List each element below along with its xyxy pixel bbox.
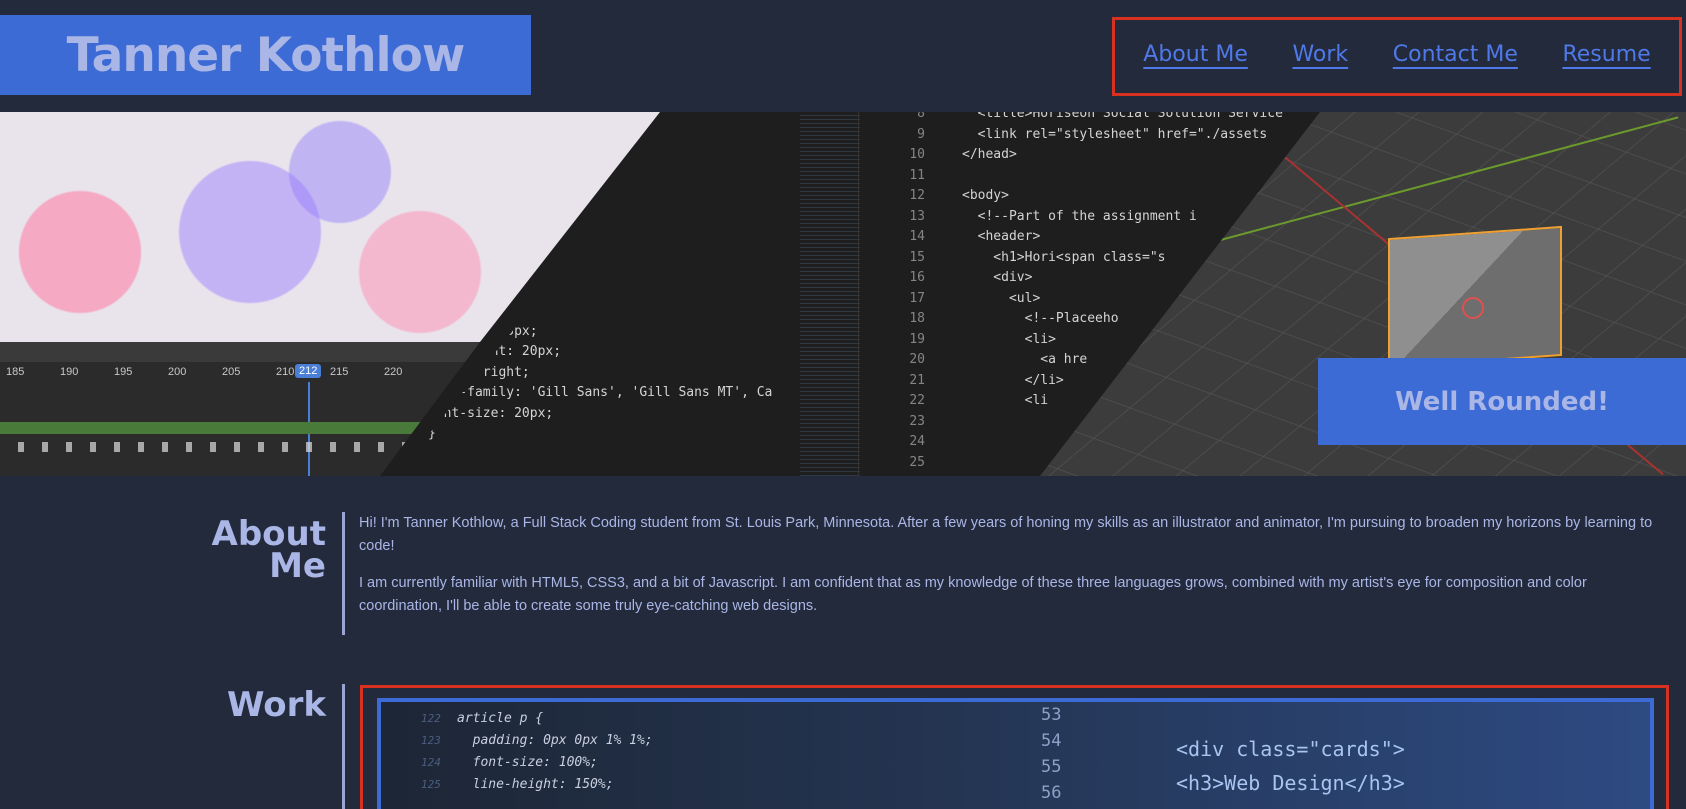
code-line: <body> — [962, 188, 1009, 203]
well-rounded-badge: Well Rounded! — [1318, 358, 1686, 445]
code-line: 55 — [1041, 757, 1062, 777]
timeline-tick: 195 — [114, 366, 133, 378]
editor-minimap — [800, 112, 860, 476]
about-paragraph-2: I am currently familiar with HTML5, CSS3… — [359, 575, 1587, 614]
code-line: 24 — [909, 434, 925, 449]
timeline-tick: 220 — [384, 366, 403, 378]
code-line: padding: 0px 0px 1% 1%; — [457, 733, 653, 748]
code-line: 18 — [909, 311, 925, 326]
timeline-toolbar — [0, 342, 480, 362]
timeline-tick: 200 — [168, 366, 187, 378]
work-divider — [342, 684, 345, 809]
work-heading: Work — [226, 685, 326, 725]
code-line: 22 — [909, 393, 925, 408]
code-line: 17 — [909, 290, 925, 306]
code-line: 25 — [909, 454, 925, 470]
timeline-current-frame: 212 — [295, 364, 322, 378]
code-line: 13 — [909, 208, 925, 224]
3d-cursor-icon — [1462, 297, 1484, 319]
thumb-code-left: article p { padding: 0px 0px 1% 1%; font… — [457, 708, 653, 796]
code-line: font-size: 100%; — [457, 755, 598, 770]
code-line: line-height: 150%; — [457, 777, 614, 792]
code-line: </head> — [962, 147, 1017, 162]
site-title: Tanner Kothlow — [66, 27, 466, 83]
thumb-code-right: <div class="cards"> <h3>Web Design</h3> — [1176, 732, 1405, 800]
nav-link-resume[interactable]: Resume — [1554, 42, 1658, 71]
timeline-tick: 215 — [330, 366, 349, 378]
code-line: font-size: 20px; — [428, 405, 554, 421]
code-line: float: right; — [428, 364, 530, 380]
about-paragraph-1: Hi! I'm Tanner Kothlow, a Full Stack Cod… — [359, 515, 1653, 554]
code-line: 19 — [909, 331, 925, 347]
about-divider — [342, 512, 345, 635]
code-line: 9 — [917, 126, 925, 142]
badge-text: Well Rounded! — [1395, 386, 1609, 417]
code-line: 21 — [909, 372, 925, 388]
code-line: rgin-right: 20px; — [428, 344, 562, 359]
code-line: 20 — [909, 352, 925, 367]
code-line: 23 — [909, 413, 925, 429]
code-line: 125 — [421, 778, 441, 791]
code-line: 10 — [909, 147, 925, 162]
about-heading: About Me — [126, 517, 326, 586]
timeline-tick: 190 — [60, 366, 79, 378]
hero-banner: 185190195200205210215220 212 cd6; {ing-t… — [0, 112, 1686, 476]
thumb-line-numbers-right: 53 54 55 56 — [1041, 702, 1061, 806]
code-line: 11 — [909, 167, 925, 183]
code-line: 54 — [1041, 731, 1062, 751]
editor-gutter — [858, 112, 859, 476]
code-line: 53 — [1041, 705, 1062, 725]
main-nav: About Me Work Contact Me Resume — [1112, 17, 1682, 96]
code-line: 8 — [917, 112, 925, 121]
code-line: <title>Horiseon Social Solution Service — [962, 112, 1283, 121]
work-project-thumbnail[interactable]: 122 123 124 125 article p { padding: 0px 0p… — [377, 698, 1654, 809]
about-heading-line2: Me — [269, 546, 326, 586]
code-line: article p { — [457, 711, 544, 726]
nav-link-contact[interactable]: Contact Me — [1385, 42, 1526, 71]
nav-link-about[interactable]: About Me — [1135, 42, 1256, 71]
timeline-ticks: 185 190 195 200 205 210 215 220 — [0, 366, 480, 384]
code-line: font-family: 'Gill Sans', 'Gill Sans MT'… — [428, 385, 773, 400]
code-line: 16 — [909, 270, 925, 285]
code-line: } — [428, 426, 436, 441]
timeline-tick: 185 — [6, 366, 25, 378]
code-line: 124 — [421, 756, 441, 769]
code-line: 123 — [421, 734, 441, 747]
code-line: 122 — [421, 712, 441, 725]
code-line: <div class="cards"> — [1176, 737, 1405, 761]
work-project-card[interactable]: 122 123 124 125 article p { padding: 0px 0p… — [360, 685, 1669, 809]
code-line: <h3>Web Design</h3> — [1176, 771, 1405, 795]
code-line: <link rel="stylesheet" href="./assets — [962, 126, 1268, 142]
code-line: 12 — [909, 188, 925, 203]
timeline-tick: 205 — [222, 366, 241, 378]
site-title-box: Tanner Kothlow — [0, 15, 531, 95]
thumb-line-numbers-left: 122 123 124 125 — [421, 708, 441, 796]
code-line: 15 — [909, 249, 925, 265]
html-line-numbers: 8 9 10 11 12 13 14 15 16 17 18 19 20 21 22 23 24 25 — [895, 112, 925, 473]
nav-link-work[interactable]: Work — [1284, 42, 1356, 71]
code-line: 56 — [1041, 783, 1062, 803]
code-line: 14 — [909, 229, 925, 244]
about-text: Hi! I'm Tanner Kothlow, a Full Stack Cod… — [359, 512, 1669, 632]
